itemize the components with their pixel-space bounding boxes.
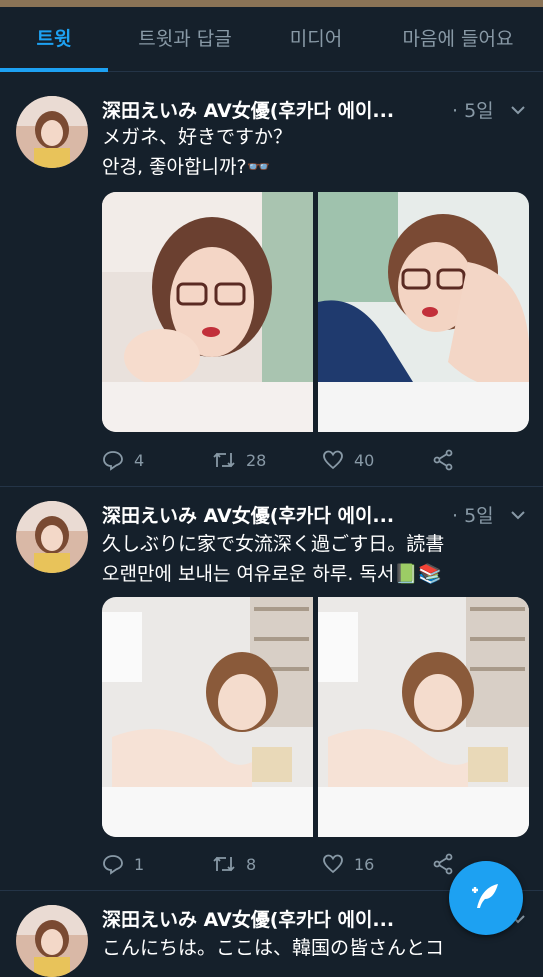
reply-icon bbox=[103, 855, 123, 875]
media-photo[interactable] bbox=[318, 597, 529, 837]
like-button[interactable]: 16 bbox=[322, 852, 374, 876]
tweet-time: · 5일 bbox=[452, 505, 494, 527]
display-name[interactable]: 深田えいみ AV女優(후카다 에이... bbox=[102, 96, 394, 123]
tweet-media[interactable] bbox=[102, 597, 529, 837]
display-name[interactable]: 深田えいみ AV女優(후카다 에이... bbox=[102, 501, 394, 528]
tab-tweets-and-replies[interactable]: 트윗과 답글 bbox=[115, 7, 255, 71]
tweet-text-line: メガネ、好きですか？ bbox=[102, 126, 293, 148]
tweet-text-line: こんにちは。ここは、韓国の皆さんとコ bbox=[102, 937, 445, 959]
avatar[interactable] bbox=[16, 96, 88, 168]
tab-media[interactable]: 미디어 bbox=[266, 7, 366, 71]
share-icon bbox=[433, 853, 453, 875]
heart-icon bbox=[323, 854, 343, 874]
tweet[interactable]: 深田えいみ AV女優(후카다 에이... · 5일 久しぶりに家で女流深く過ごす… bbox=[0, 487, 543, 891]
profile-tabs: 트윗 트윗과 답글 미디어 마음에 들어요 bbox=[0, 7, 543, 72]
media-photo[interactable] bbox=[102, 597, 313, 837]
display-name[interactable]: 深田えいみ AV女優(후카다 에이... bbox=[102, 905, 394, 932]
avatar[interactable] bbox=[16, 905, 88, 977]
retweet-icon bbox=[213, 856, 235, 872]
retweet-count: 28 bbox=[246, 450, 267, 470]
tweet[interactable]: 深田えいみ AV女優(후카다 에이... · 5일 メガネ、好きですか？ 안경,… bbox=[0, 72, 543, 487]
like-count: 16 bbox=[354, 854, 375, 874]
reply-count: 4 bbox=[134, 450, 145, 470]
share-icon bbox=[433, 449, 453, 471]
chevron-down-icon[interactable] bbox=[508, 100, 528, 120]
reply-count: 1 bbox=[134, 854, 145, 874]
reply-button[interactable]: 4 bbox=[102, 448, 144, 472]
avatar[interactable] bbox=[16, 501, 88, 573]
tab-likes[interactable]: 마음에 들어요 bbox=[378, 7, 538, 71]
tweet-text-line: 안경, 좋아합니까?👓 bbox=[102, 156, 271, 178]
retweet-icon bbox=[213, 452, 235, 468]
compose-tweet-button[interactable] bbox=[449, 861, 523, 935]
retweet-count: 8 bbox=[246, 854, 257, 874]
tweet-text-line: 오랜만에 보내는 여유로운 하루. 독서📗📚 bbox=[102, 563, 442, 585]
retweet-button[interactable]: 8 bbox=[212, 852, 256, 876]
tweet-text: メガネ、好きですか？ 안경, 좋아합니까?👓 bbox=[102, 122, 532, 182]
status-strip bbox=[0, 0, 543, 7]
share-button[interactable] bbox=[432, 448, 464, 472]
reply-icon bbox=[103, 451, 123, 471]
tweet-media[interactable] bbox=[102, 192, 529, 432]
tweet-text: 久しぶりに家で女流深く過ごす日。読書 오랜만에 보내는 여유로운 하루. 독서📗… bbox=[102, 529, 532, 589]
media-photo[interactable] bbox=[318, 192, 529, 432]
like-count: 40 bbox=[354, 450, 375, 470]
retweet-button[interactable]: 28 bbox=[212, 448, 266, 472]
tweet-time: · 5일 bbox=[452, 100, 494, 122]
compose-tweet-icon bbox=[472, 884, 498, 908]
heart-icon bbox=[323, 450, 343, 470]
tweet-actions: 4 28 40 bbox=[102, 448, 532, 472]
chevron-down-icon[interactable] bbox=[508, 505, 528, 525]
tweet-text: こんにちは。ここは、韓国の皆さんとコ bbox=[102, 933, 532, 963]
media-photo[interactable] bbox=[102, 192, 313, 432]
reply-button[interactable]: 1 bbox=[102, 852, 144, 876]
like-button[interactable]: 40 bbox=[322, 448, 374, 472]
tweet-text-line: 久しぶりに家で女流深く過ごす日。読書 bbox=[102, 533, 445, 555]
tab-tweets[interactable]: 트윗 bbox=[0, 7, 108, 71]
